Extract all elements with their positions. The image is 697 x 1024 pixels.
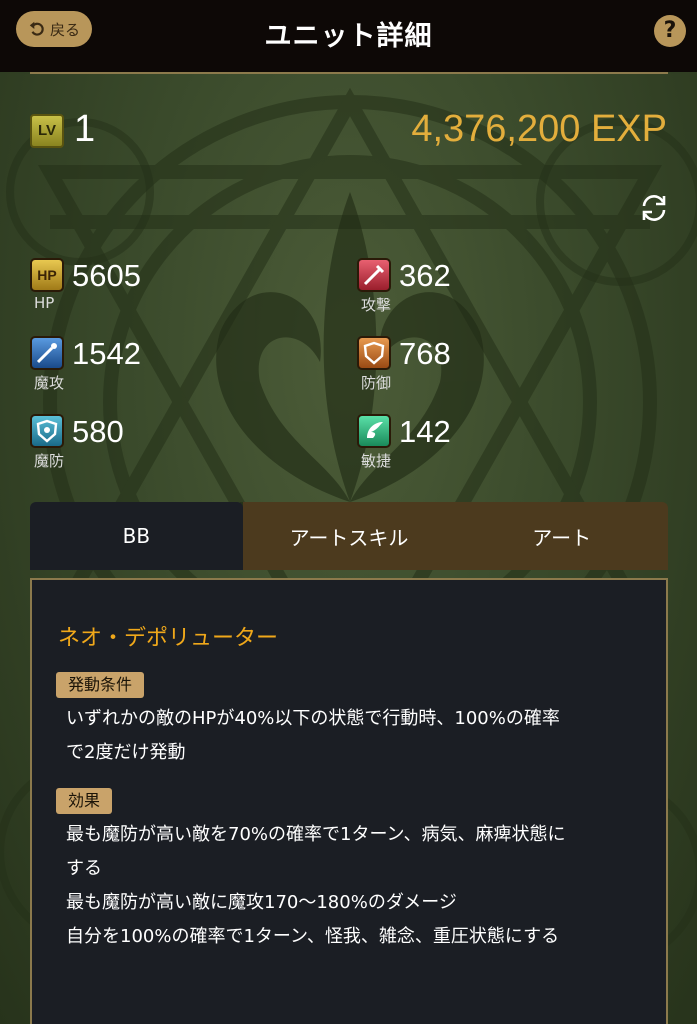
- shield-icon: [357, 336, 391, 370]
- condition-tag: 発動条件: [56, 672, 145, 698]
- magic-shield-icon: [30, 414, 64, 448]
- effect-line: 最も魔防が高い敵を70%の確率で1ターン、病気、麻痺状態に: [66, 824, 566, 845]
- header-bar: 戻る ユニット詳細 ?: [0, 0, 697, 72]
- condition-line: で2度だけ発動: [66, 742, 186, 763]
- refresh-icon[interactable]: [638, 192, 670, 224]
- stat-label: HP: [34, 294, 55, 312]
- tab-art[interactable]: アート: [455, 502, 669, 570]
- skill-tabs: BB アートスキル アート: [30, 502, 669, 570]
- stat-value: 580: [72, 414, 124, 449]
- stat-magic-attack: 1542 魔攻: [30, 336, 260, 396]
- stat-label: 魔攻: [34, 374, 65, 392]
- stat-label: 防御: [361, 374, 392, 392]
- effect-line: する: [66, 858, 102, 879]
- header-divider: [30, 72, 668, 74]
- stat-label: 敏捷: [361, 452, 392, 470]
- stat-value: 1542: [72, 336, 141, 371]
- stat-hp: HP 5605 HP: [30, 258, 260, 318]
- sword-icon: [357, 258, 391, 292]
- condition-text: いずれかの敵のHPが40%以下の状態で行動時、100%の確率 で2度だけ発動: [66, 702, 646, 770]
- stat-value: 362: [399, 258, 451, 293]
- stat-value: 142: [399, 414, 451, 449]
- effect-line: 自分を100%の確率で1ターン、怪我、雑念、重圧状態にする: [66, 926, 560, 947]
- level-value: 1: [74, 108, 96, 150]
- skill-detail-panel: ネオ・デポリューター 発動条件 いずれかの敵のHPが40%以下の状態で行動時、1…: [30, 578, 668, 1024]
- page-title: ユニット詳細: [264, 21, 433, 52]
- help-icon[interactable]: ?: [654, 15, 686, 47]
- stat-defense: 768 防御: [357, 336, 587, 396]
- stat-attack: 362 攻撃: [357, 258, 587, 318]
- stat-magic-defense: 580 魔防: [30, 414, 260, 474]
- level-icon: LV: [30, 114, 64, 148]
- skill-name: ネオ・デポリューター: [58, 626, 279, 651]
- stat-value: 768: [399, 336, 451, 371]
- effect-tag: 効果: [56, 788, 113, 814]
- wand-icon: [30, 336, 64, 370]
- tab-bb[interactable]: BB: [30, 502, 243, 570]
- condition-line: いずれかの敵のHPが40%以下の状態で行動時、100%の確率: [66, 708, 560, 729]
- effect-text: 最も魔防が高い敵を70%の確率で1ターン、病気、麻痺状態に する 最も魔防が高い…: [66, 818, 646, 954]
- hp-icon: HP: [30, 258, 64, 292]
- stat-label: 攻撃: [361, 296, 392, 314]
- effect-line: 最も魔防が高い敵に魔攻170〜180%のダメージ: [66, 892, 457, 913]
- stat-label: 魔防: [34, 452, 65, 470]
- stat-value: 5605: [72, 258, 141, 293]
- tab-art-skill[interactable]: アートスキル: [242, 502, 456, 570]
- wing-icon: [357, 414, 391, 448]
- stat-agility: 142 敏捷: [357, 414, 587, 474]
- exp-value: 4,376,200 EXP: [411, 108, 667, 150]
